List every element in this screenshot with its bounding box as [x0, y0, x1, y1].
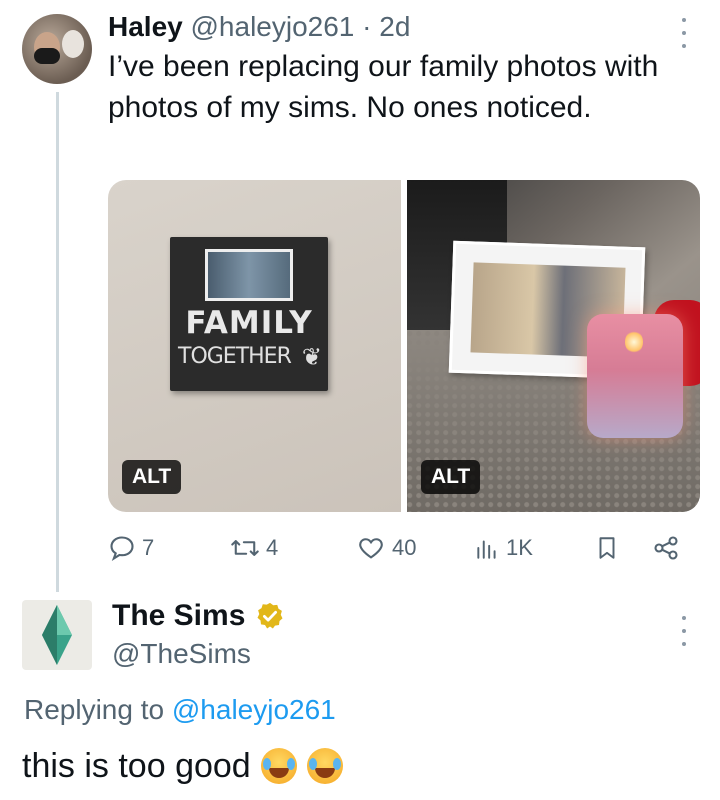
- laughing-tears-emoji-icon: [260, 748, 297, 784]
- separator: ·: [362, 11, 372, 42]
- reply-icon: [110, 536, 134, 562]
- repost-count: 4: [266, 535, 279, 560]
- verified-badge-icon[interactable]: [255, 601, 285, 631]
- media-grid: FAMILY TOGETHER ❦ ALT ALT: [108, 180, 700, 512]
- share-button[interactable]: [652, 528, 680, 568]
- replying-to-label: Replying to: [24, 694, 165, 725]
- tree-icon: ❦: [301, 344, 322, 371]
- family-sign: FAMILY TOGETHER ❦: [170, 237, 328, 391]
- sign-text-family: FAMILY: [185, 305, 313, 341]
- view-count: 1K: [506, 535, 533, 560]
- more-options-icon[interactable]: [680, 616, 688, 646]
- author-name[interactable]: The Sims: [112, 598, 245, 634]
- author-name-row: The Sims: [112, 598, 285, 634]
- author-handle[interactable]: @haleyjo261: [191, 11, 355, 42]
- tweet-text: I’ve been replacing our family photos wi…: [108, 50, 659, 124]
- repost-icon: [231, 540, 259, 556]
- bookmark-button[interactable]: [594, 528, 620, 568]
- like-button[interactable]: 40: [356, 528, 416, 568]
- analytics-icon: [477, 540, 496, 559]
- laughing-tears-emoji-icon: [306, 748, 343, 784]
- alt-button[interactable]: ALT: [421, 460, 481, 494]
- avatar[interactable]: [22, 600, 92, 670]
- heart-icon: [359, 538, 383, 559]
- author-name[interactable]: Haley: [108, 11, 183, 42]
- sign-text-together: TOGETHER: [178, 344, 292, 369]
- replying-to: Replying to @haleyjo261: [24, 690, 336, 730]
- candle: [587, 314, 683, 438]
- share-icon: [654, 536, 678, 560]
- author-handle[interactable]: @TheSims: [112, 636, 251, 672]
- avatar[interactable]: [22, 14, 92, 84]
- views-button[interactable]: 1K: [474, 528, 533, 568]
- reply-count: 7: [142, 535, 155, 560]
- timestamp[interactable]: 2d: [379, 11, 410, 42]
- reply-button[interactable]: 7: [108, 528, 154, 568]
- reply-text-body: this is too good: [22, 747, 251, 785]
- alt-button[interactable]: ALT: [122, 460, 182, 494]
- plumbob-icon: [42, 605, 72, 665]
- thread-connector-line: [56, 92, 59, 592]
- tweet-header: Haley @haleyjo261 · 2d: [108, 10, 410, 44]
- mention-link[interactable]: @haleyjo261: [172, 694, 336, 725]
- more-options-icon[interactable]: [680, 18, 688, 48]
- photo-family-frame[interactable]: FAMILY TOGETHER ❦ ALT: [108, 180, 401, 512]
- bookmark-icon: [599, 537, 615, 559]
- repost-button[interactable]: 4: [230, 528, 278, 568]
- like-count: 40: [392, 535, 417, 560]
- photo-sims-frame[interactable]: ALT: [407, 180, 700, 512]
- action-bar: 7 4 40 1K: [108, 528, 700, 568]
- reply-text: this is too good: [22, 742, 343, 790]
